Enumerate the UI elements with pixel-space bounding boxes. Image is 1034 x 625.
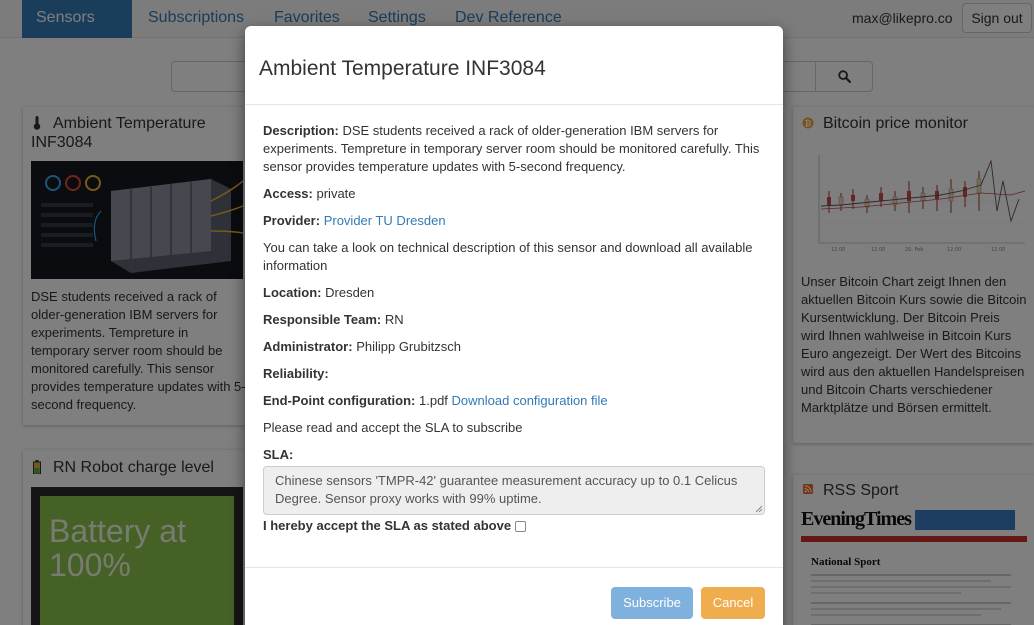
- endpoint-row: End-Point configuration: 1.pdf Download …: [263, 392, 767, 410]
- sla-label: SLA:: [263, 447, 294, 462]
- team-value: RN: [384, 312, 404, 327]
- access-label: Access:: [263, 186, 313, 201]
- modal-header: Ambient Temperature INF3084: [245, 26, 783, 105]
- description-label: Description:: [263, 123, 339, 138]
- provider-link[interactable]: Provider TU Dresden: [324, 213, 446, 228]
- provider-label: Provider:: [263, 213, 321, 228]
- resize-handle-icon[interactable]: [755, 505, 763, 513]
- sla-text: Chinese sensors 'TMPR-42' guarantee meas…: [275, 473, 738, 506]
- accept-sla-checkbox[interactable]: [515, 520, 527, 532]
- modal-title: Ambient Temperature INF3084: [259, 57, 546, 80]
- team-label: Responsible Team:: [263, 312, 382, 327]
- access-value: private: [316, 186, 356, 201]
- endpoint-label: End-Point configuration:: [263, 393, 416, 408]
- admin-row: Administrator: Philipp Grubitzsch: [263, 338, 767, 356]
- location-label: Location:: [263, 285, 322, 300]
- cancel-button[interactable]: Cancel: [701, 587, 765, 619]
- reliability-row: Reliability:: [263, 365, 767, 383]
- location-value: Dresden: [325, 285, 375, 300]
- team-row: Responsible Team: RN: [263, 311, 767, 329]
- access-row: Access: private: [263, 185, 767, 203]
- provider-row: Provider: Provider TU Dresden: [263, 212, 767, 230]
- reliability-label: Reliability:: [263, 366, 329, 381]
- modal-footer: Subscribe Cancel: [245, 567, 783, 625]
- sla-row: SLA:: [263, 446, 767, 464]
- admin-label: Administrator:: [263, 339, 353, 354]
- modal-body: Description: DSE students received a rac…: [263, 122, 767, 535]
- location-row: Location: Dresden: [263, 284, 767, 302]
- technical-note: You can take a look on technical descrip…: [263, 240, 753, 273]
- accept-sla-row: I hereby accept the SLA as stated above: [263, 517, 767, 535]
- admin-value: Philipp Grubitzsch: [356, 339, 461, 354]
- endpoint-file: 1.pdf: [419, 393, 448, 408]
- description-row: Description: DSE students received a rac…: [263, 122, 767, 176]
- subscribe-button[interactable]: Subscribe: [611, 587, 693, 619]
- sla-textarea[interactable]: Chinese sensors 'TMPR-42' guarantee meas…: [263, 466, 765, 515]
- sensor-detail-modal: Ambient Temperature INF3084 Description:…: [245, 26, 783, 625]
- download-config-link[interactable]: Download configuration file: [452, 393, 608, 408]
- accept-sla-label: I hereby accept the SLA as stated above: [263, 518, 512, 533]
- sla-note: Please read and accept the SLA to subscr…: [263, 420, 523, 435]
